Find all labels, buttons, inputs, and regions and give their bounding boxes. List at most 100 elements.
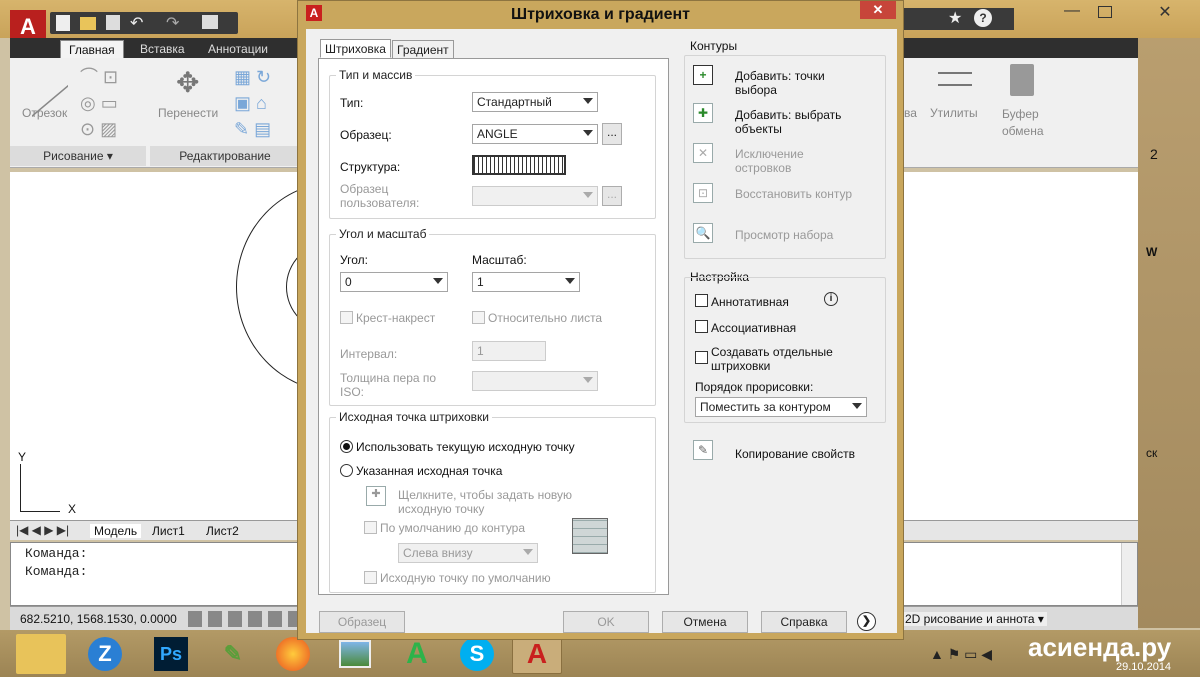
recreate-boundary-label[interactable]: Восстановить контур	[735, 187, 852, 201]
command-scrollbar[interactable]	[1121, 543, 1137, 605]
tab-home[interactable]: Главная	[60, 40, 124, 58]
command-line-1: Команда:	[25, 546, 88, 561]
move-icon[interactable]: ✥	[176, 66, 199, 99]
tab-sheet2[interactable]: Лист2	[206, 524, 239, 538]
tab-sheet1[interactable]: Лист1	[152, 524, 185, 538]
tray-icons[interactable]: ▲ ⚑ ▭ ◀	[930, 646, 992, 663]
separate-hatches-label: Создавать отдельные штриховки	[711, 345, 833, 373]
origin-position-select[interactable]: Слева внизу	[398, 543, 538, 563]
click-origin-label: Щелкните, чтобы задать новую исходную то…	[398, 488, 573, 516]
utilities-label[interactable]: Утилиты	[930, 106, 978, 120]
annotative-checkbox[interactable]	[695, 294, 708, 307]
clipboard-icon[interactable]	[1010, 64, 1034, 96]
origin-title: Исходная точка штриховки	[336, 410, 492, 424]
coordinates-readout: 682.5210, 1568.1530, 0.0000	[20, 612, 177, 626]
associative-checkbox[interactable]	[695, 320, 708, 333]
ucs-x-label: X	[68, 502, 77, 516]
explorer-icon[interactable]	[16, 634, 66, 674]
more-options-icon[interactable]: ❯	[857, 612, 876, 631]
layout-nav-icons[interactable]: |◀ ◀ ▶ ▶|	[16, 523, 69, 537]
help-button[interactable]: Справка	[761, 611, 847, 633]
new-icon[interactable]	[56, 15, 70, 31]
skype-icon[interactable]: S	[452, 634, 502, 674]
iso-pen-select[interactable]	[472, 371, 598, 391]
preview-button[interactable]: Образец	[319, 611, 405, 633]
star-icon[interactable]: ★	[948, 8, 962, 28]
save-icon[interactable]	[106, 15, 120, 30]
modify-panel-label[interactable]: Редактирование	[150, 146, 300, 166]
inherit-properties-icon[interactable]: ✎	[693, 440, 713, 460]
notepad-icon[interactable]: ✎	[208, 634, 258, 674]
tab-insert[interactable]: Вставка	[132, 40, 193, 58]
custom-browse-button[interactable]: ...	[602, 186, 622, 206]
custom-pattern-select[interactable]	[472, 186, 598, 206]
add-select-objects-icon[interactable]: ✚	[693, 103, 713, 123]
pattern-browse-button[interactable]: ...	[602, 123, 622, 145]
workspace-switcher[interactable]: 2D рисование и аннота ▾	[902, 612, 1047, 626]
draw-order-select[interactable]: Поместить за контуром	[695, 397, 867, 417]
info-icon[interactable]: i	[824, 292, 838, 306]
tab-model[interactable]: Модель	[90, 524, 142, 538]
open-icon[interactable]	[80, 17, 96, 30]
draw-panel-label[interactable]: Рисование ▾	[10, 146, 146, 166]
remove-islands-icon[interactable]: ✕	[693, 143, 713, 163]
relative-label: Относительно листа	[488, 311, 603, 325]
spacing-label: Интервал:	[340, 347, 398, 361]
store-default-checkbox[interactable]	[364, 571, 377, 584]
plot-icon[interactable]	[202, 15, 218, 29]
recreate-boundary-icon[interactable]: ⊡	[693, 183, 713, 203]
spacing-input[interactable]: 1	[472, 341, 546, 361]
inherit-properties-label[interactable]: Копирование свойств	[735, 447, 855, 461]
autocad-red-icon[interactable]: A	[512, 634, 562, 674]
double-checkbox[interactable]	[340, 311, 353, 324]
view-selection-icon[interactable]: 🔍	[693, 223, 713, 243]
tab-hatch[interactable]: Штриховка	[320, 39, 391, 58]
type-select[interactable]: Стандартный	[472, 92, 598, 112]
firefox-icon[interactable]	[268, 634, 318, 674]
undo-icon[interactable]: ↶	[130, 13, 143, 33]
use-current-origin-radio[interactable]	[340, 440, 353, 453]
photoshop-icon[interactable]: Ps	[146, 634, 196, 674]
relative-checkbox[interactable]	[472, 311, 485, 324]
dialog-close-button[interactable]: ✕	[860, 1, 896, 19]
angle-scale-title: Угол и масштаб	[336, 227, 430, 241]
move-tool-label[interactable]: Перенести	[158, 106, 218, 120]
scale-select[interactable]: 1	[472, 272, 580, 292]
redo-icon[interactable]: ↷	[166, 13, 179, 33]
status-toggle-icons[interactable]	[188, 611, 298, 627]
swatch-label: Структура:	[340, 160, 401, 174]
view-selection-label[interactable]: Просмотр набора	[735, 228, 833, 242]
swatch-preview[interactable]	[472, 155, 566, 175]
default-boundary-checkbox[interactable]	[364, 521, 377, 534]
origin-group: Исходная точка штриховки Использовать те…	[329, 410, 656, 593]
add-pick-points-icon[interactable]: +	[693, 65, 713, 85]
tab-annotate[interactable]: Аннотации	[200, 40, 276, 58]
cancel-button[interactable]: Отмена	[662, 611, 748, 633]
clipboard-label[interactable]: Буфер обмена	[1002, 106, 1062, 140]
close-app-icon[interactable]: ✕	[1140, 2, 1190, 24]
help-icon[interactable]: ?	[974, 9, 992, 27]
minimize-app-icon[interactable]: —	[1052, 2, 1092, 24]
add-pick-points-label[interactable]: Добавить: точки выбора	[735, 69, 855, 97]
click-origin-icon[interactable]: ✚	[366, 486, 386, 506]
ucs-y-label: Y	[18, 450, 27, 464]
ok-button[interactable]: OK	[563, 611, 649, 633]
autocad-green-icon[interactable]: A	[392, 634, 442, 674]
specified-origin-radio[interactable]	[340, 464, 353, 477]
pattern-select[interactable]: ANGLE	[472, 124, 598, 144]
remove-islands-label[interactable]: Исключение островков	[735, 147, 835, 175]
angle-label: Угол:	[340, 253, 368, 267]
right-sidebar	[1138, 38, 1200, 628]
line-tool-label[interactable]: Отрезок	[22, 106, 67, 120]
zoho-icon[interactable]: Z	[80, 634, 130, 674]
add-select-objects-label[interactable]: Добавить: выбрать объекты	[735, 108, 865, 136]
angle-select[interactable]: 0	[340, 272, 448, 292]
photos-icon[interactable]	[330, 634, 380, 674]
maximize-app-icon[interactable]	[1098, 6, 1112, 18]
tab-gradient[interactable]: Градиент	[392, 40, 454, 59]
utilities-icon[interactable]	[938, 72, 972, 86]
pattern-label: Образец:	[340, 128, 392, 142]
separate-hatches-checkbox[interactable]	[695, 351, 708, 364]
specified-origin-label: Указанная исходная точка	[356, 464, 503, 478]
dialog-body: Штриховка Градиент Тип и массив Тип: Ста…	[306, 29, 897, 633]
